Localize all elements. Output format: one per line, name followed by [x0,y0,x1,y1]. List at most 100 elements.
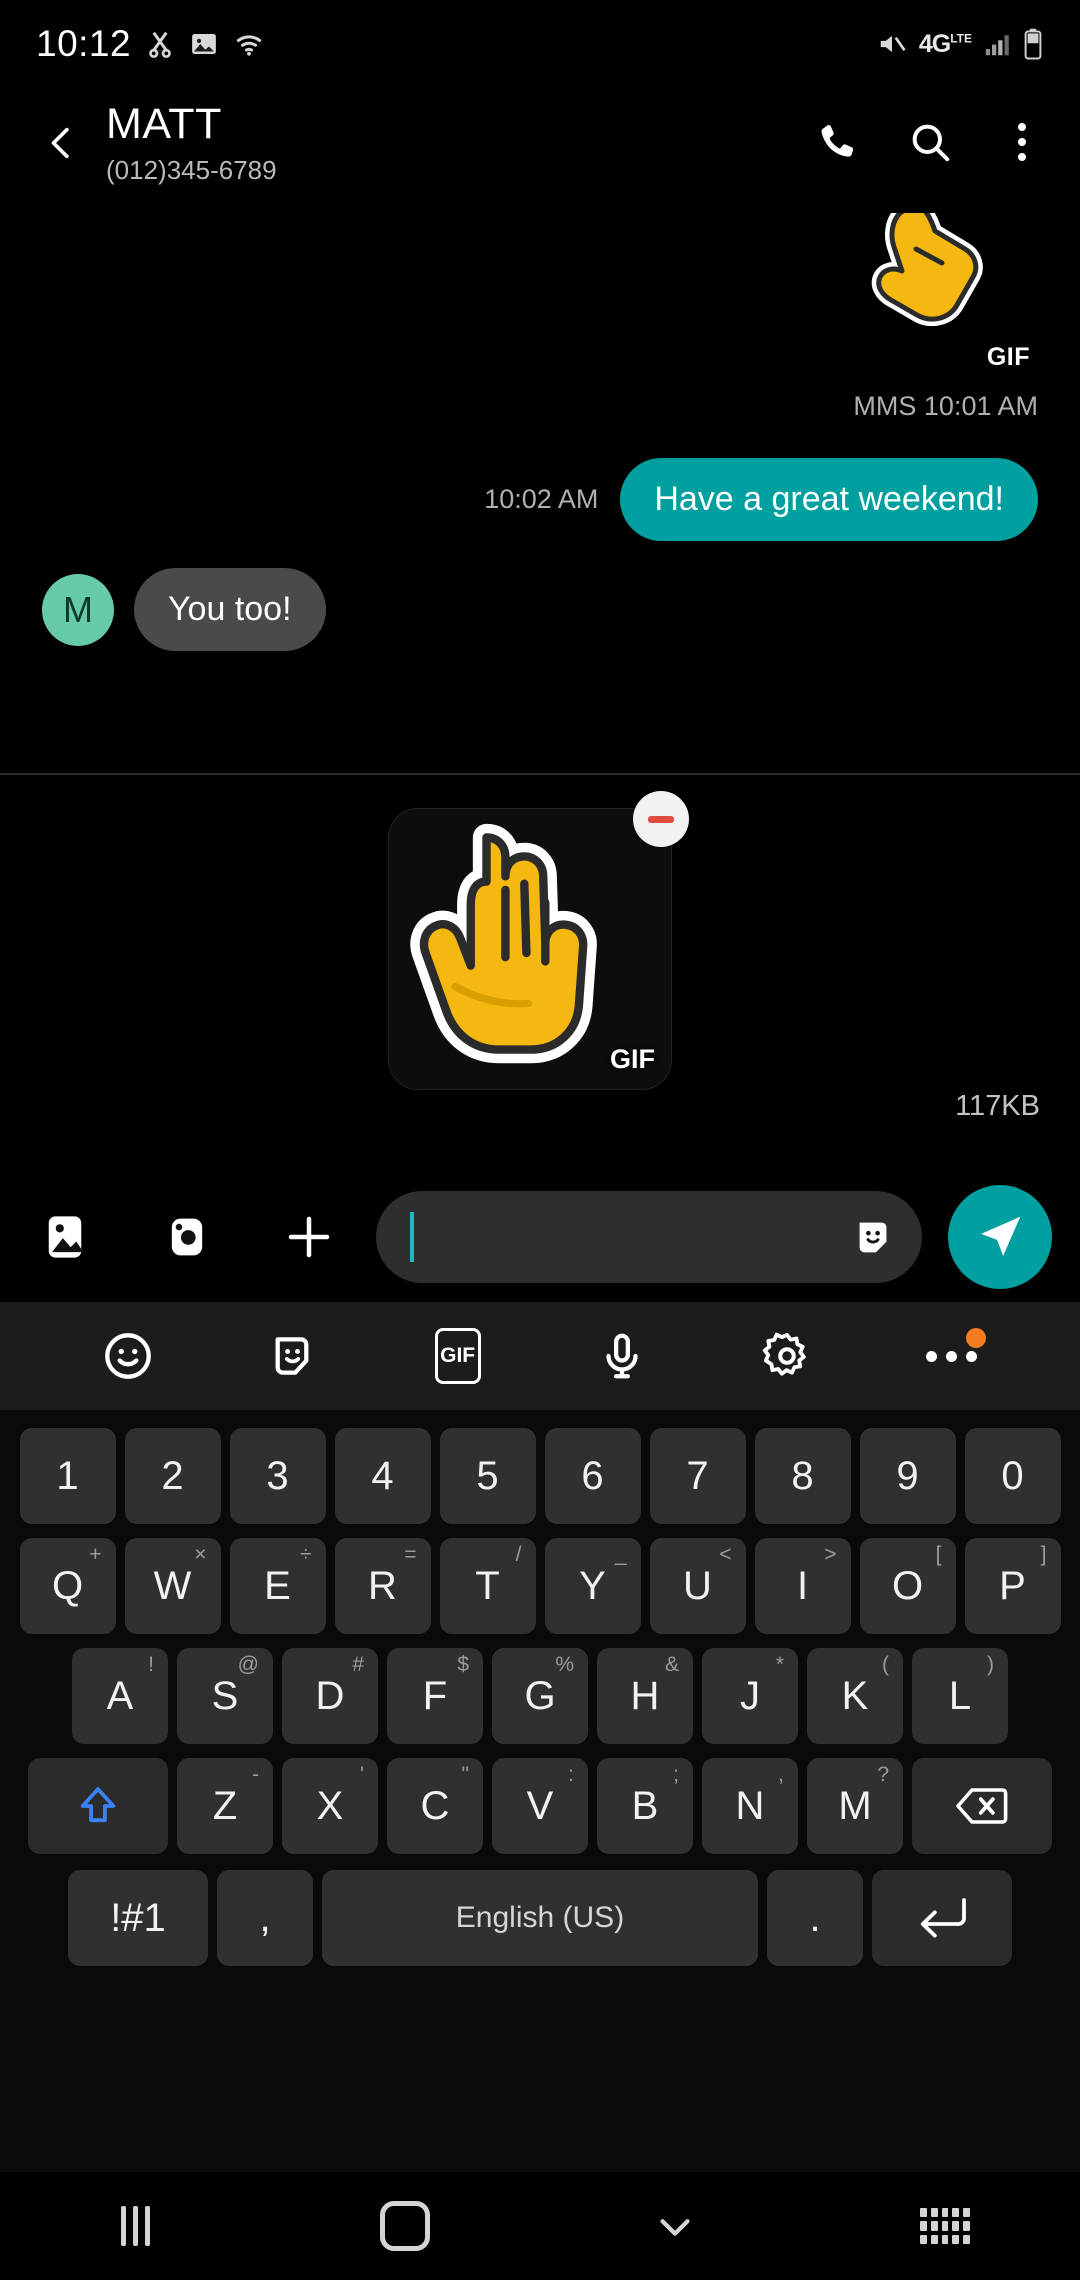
attachment-card[interactable]: GIF [388,791,689,1090]
attachment-preview-area: GIF 117KB [0,790,1080,1170]
key-5[interactable]: 5 [439,1428,536,1524]
key-y[interactable]: _ Y [544,1538,641,1634]
message-gif-outgoing[interactable]: GIF [828,213,1038,378]
key-secondary-label: [ [935,1543,942,1566]
keyboard: GIF 1234567890 + Q × W ÷ E = R / T _ Y < U > I[O] P ! A @ S… [0,1302,1080,2280]
section-divider [0,773,1080,775]
key-label: J [740,1674,760,1718]
comma-key-label: , [259,1896,271,1940]
key-l[interactable]: ) L [912,1648,1008,1744]
key-label: T [475,1564,500,1608]
key-z[interactable]: -Z [177,1758,273,1854]
message-bubble-outgoing[interactable]: Have a great weekend! [620,458,1038,541]
message-input-field[interactable] [376,1191,922,1283]
key-0[interactable]: 0 [964,1428,1061,1524]
shift-key[interactable] [28,1758,168,1854]
status-right-group: 4GLTE [875,28,1044,60]
microphone-icon[interactable] [582,1316,662,1396]
key-j[interactable]: * J [702,1648,798,1744]
key-6[interactable]: 6 [544,1428,641,1524]
home-icon[interactable] [350,2186,460,2266]
key-secondary-label: = [404,1543,417,1566]
navigation-bar [0,2172,1080,2280]
key-a[interactable]: ! A [72,1648,168,1744]
remove-attachment-button[interactable] [633,791,689,847]
key-p[interactable]: ] P [964,1538,1061,1634]
plus-icon[interactable] [272,1200,346,1274]
key-w[interactable]: × W [124,1538,221,1634]
key-i[interactable]: > I [754,1538,851,1634]
key-label: A [106,1674,134,1718]
key-m[interactable]: ? M [807,1758,903,1854]
gallery-icon[interactable] [28,1200,102,1274]
key-q[interactable]: + Q [19,1538,116,1634]
search-icon[interactable] [902,114,958,170]
key-label: O [891,1564,924,1608]
more-icon[interactable] [912,1316,992,1396]
hide-keyboard-icon[interactable] [890,2186,1000,2266]
key-label: F [422,1674,448,1718]
recents-icon[interactable] [80,2186,190,2266]
send-button[interactable] [948,1185,1052,1289]
phone-screen: 10:12 4GLTE MATT (012)345-6789 GIF MMS 1… [0,0,1080,2280]
key-3[interactable]: 3 [229,1428,326,1524]
sticker-icon[interactable] [850,1214,896,1260]
key-4[interactable]: 4 [334,1428,431,1524]
key-d[interactable]: # D [282,1648,378,1744]
key-v[interactable]: :V [492,1758,588,1854]
key-secondary-label: ; [673,1763,679,1786]
sticker-icon[interactable] [253,1316,333,1396]
back-button[interactable] [30,112,92,174]
message-bubble-incoming[interactable]: You too! [134,568,326,651]
avatar[interactable]: M [42,573,114,646]
key-r[interactable]: = R [334,1538,431,1634]
call-icon[interactable] [810,114,866,170]
back-chevron-icon[interactable] [620,2186,730,2266]
keyboard-row-home: ! A @ S # D $ F% G & H * J(K) L [0,1648,1080,1744]
status-left-group: 10:12 [36,23,265,65]
key-h[interactable]: & H [597,1648,693,1744]
emoji-icon[interactable] [88,1316,168,1396]
key-t[interactable]: / T [439,1538,536,1634]
key-k[interactable]: (K [807,1648,903,1744]
comma-key[interactable]: , [217,1870,313,1966]
key-x[interactable]: ' X [282,1758,378,1854]
key-n[interactable]: ,N [702,1758,798,1854]
status-bar: 10:12 4GLTE [0,0,1080,88]
key-label: B [631,1784,659,1828]
key-label: L [948,1674,972,1718]
settings-icon[interactable] [747,1316,827,1396]
key-secondary-label: ÷ [299,1543,312,1566]
key-secondary-label: × [194,1543,207,1566]
key-s[interactable]: @ S [177,1648,273,1744]
key-label: N [735,1784,765,1828]
key-c[interactable]: " C [387,1758,483,1854]
backspace-key[interactable] [912,1758,1052,1854]
key-1[interactable]: 1 [19,1428,116,1524]
key-g[interactable]: % G [492,1648,588,1744]
period-key[interactable]: . [767,1870,863,1966]
overflow-icon[interactable] [994,114,1050,170]
gif-icon-label: GIF [434,1328,481,1384]
key-label: H [630,1674,660,1718]
key-8[interactable]: 8 [754,1428,851,1524]
key-f[interactable]: $ F [387,1648,483,1744]
key-o[interactable]: [O [859,1538,956,1634]
key-label: 3 [266,1454,289,1498]
key-9[interactable]: 9 [859,1428,956,1524]
gif-icon[interactable]: GIF [418,1316,498,1396]
key-secondary-label: & [664,1653,679,1676]
key-2[interactable]: 2 [124,1428,221,1524]
enter-key[interactable] [872,1870,1012,1966]
key-7[interactable]: 7 [649,1428,746,1524]
key-b[interactable]: ; B [597,1758,693,1854]
symbols-key[interactable]: !#1 [68,1870,208,1966]
key-e[interactable]: ÷ E [229,1538,326,1634]
conversation-title-group[interactable]: MATT (012)345-6789 [106,98,277,188]
key-secondary-label: $ [457,1653,469,1676]
space-key[interactable]: English (US) [322,1870,758,1966]
key-label: X [316,1784,344,1828]
key-secondary-label: + [89,1543,102,1566]
camera-icon[interactable] [150,1200,224,1274]
key-u[interactable]: < U [649,1538,746,1634]
